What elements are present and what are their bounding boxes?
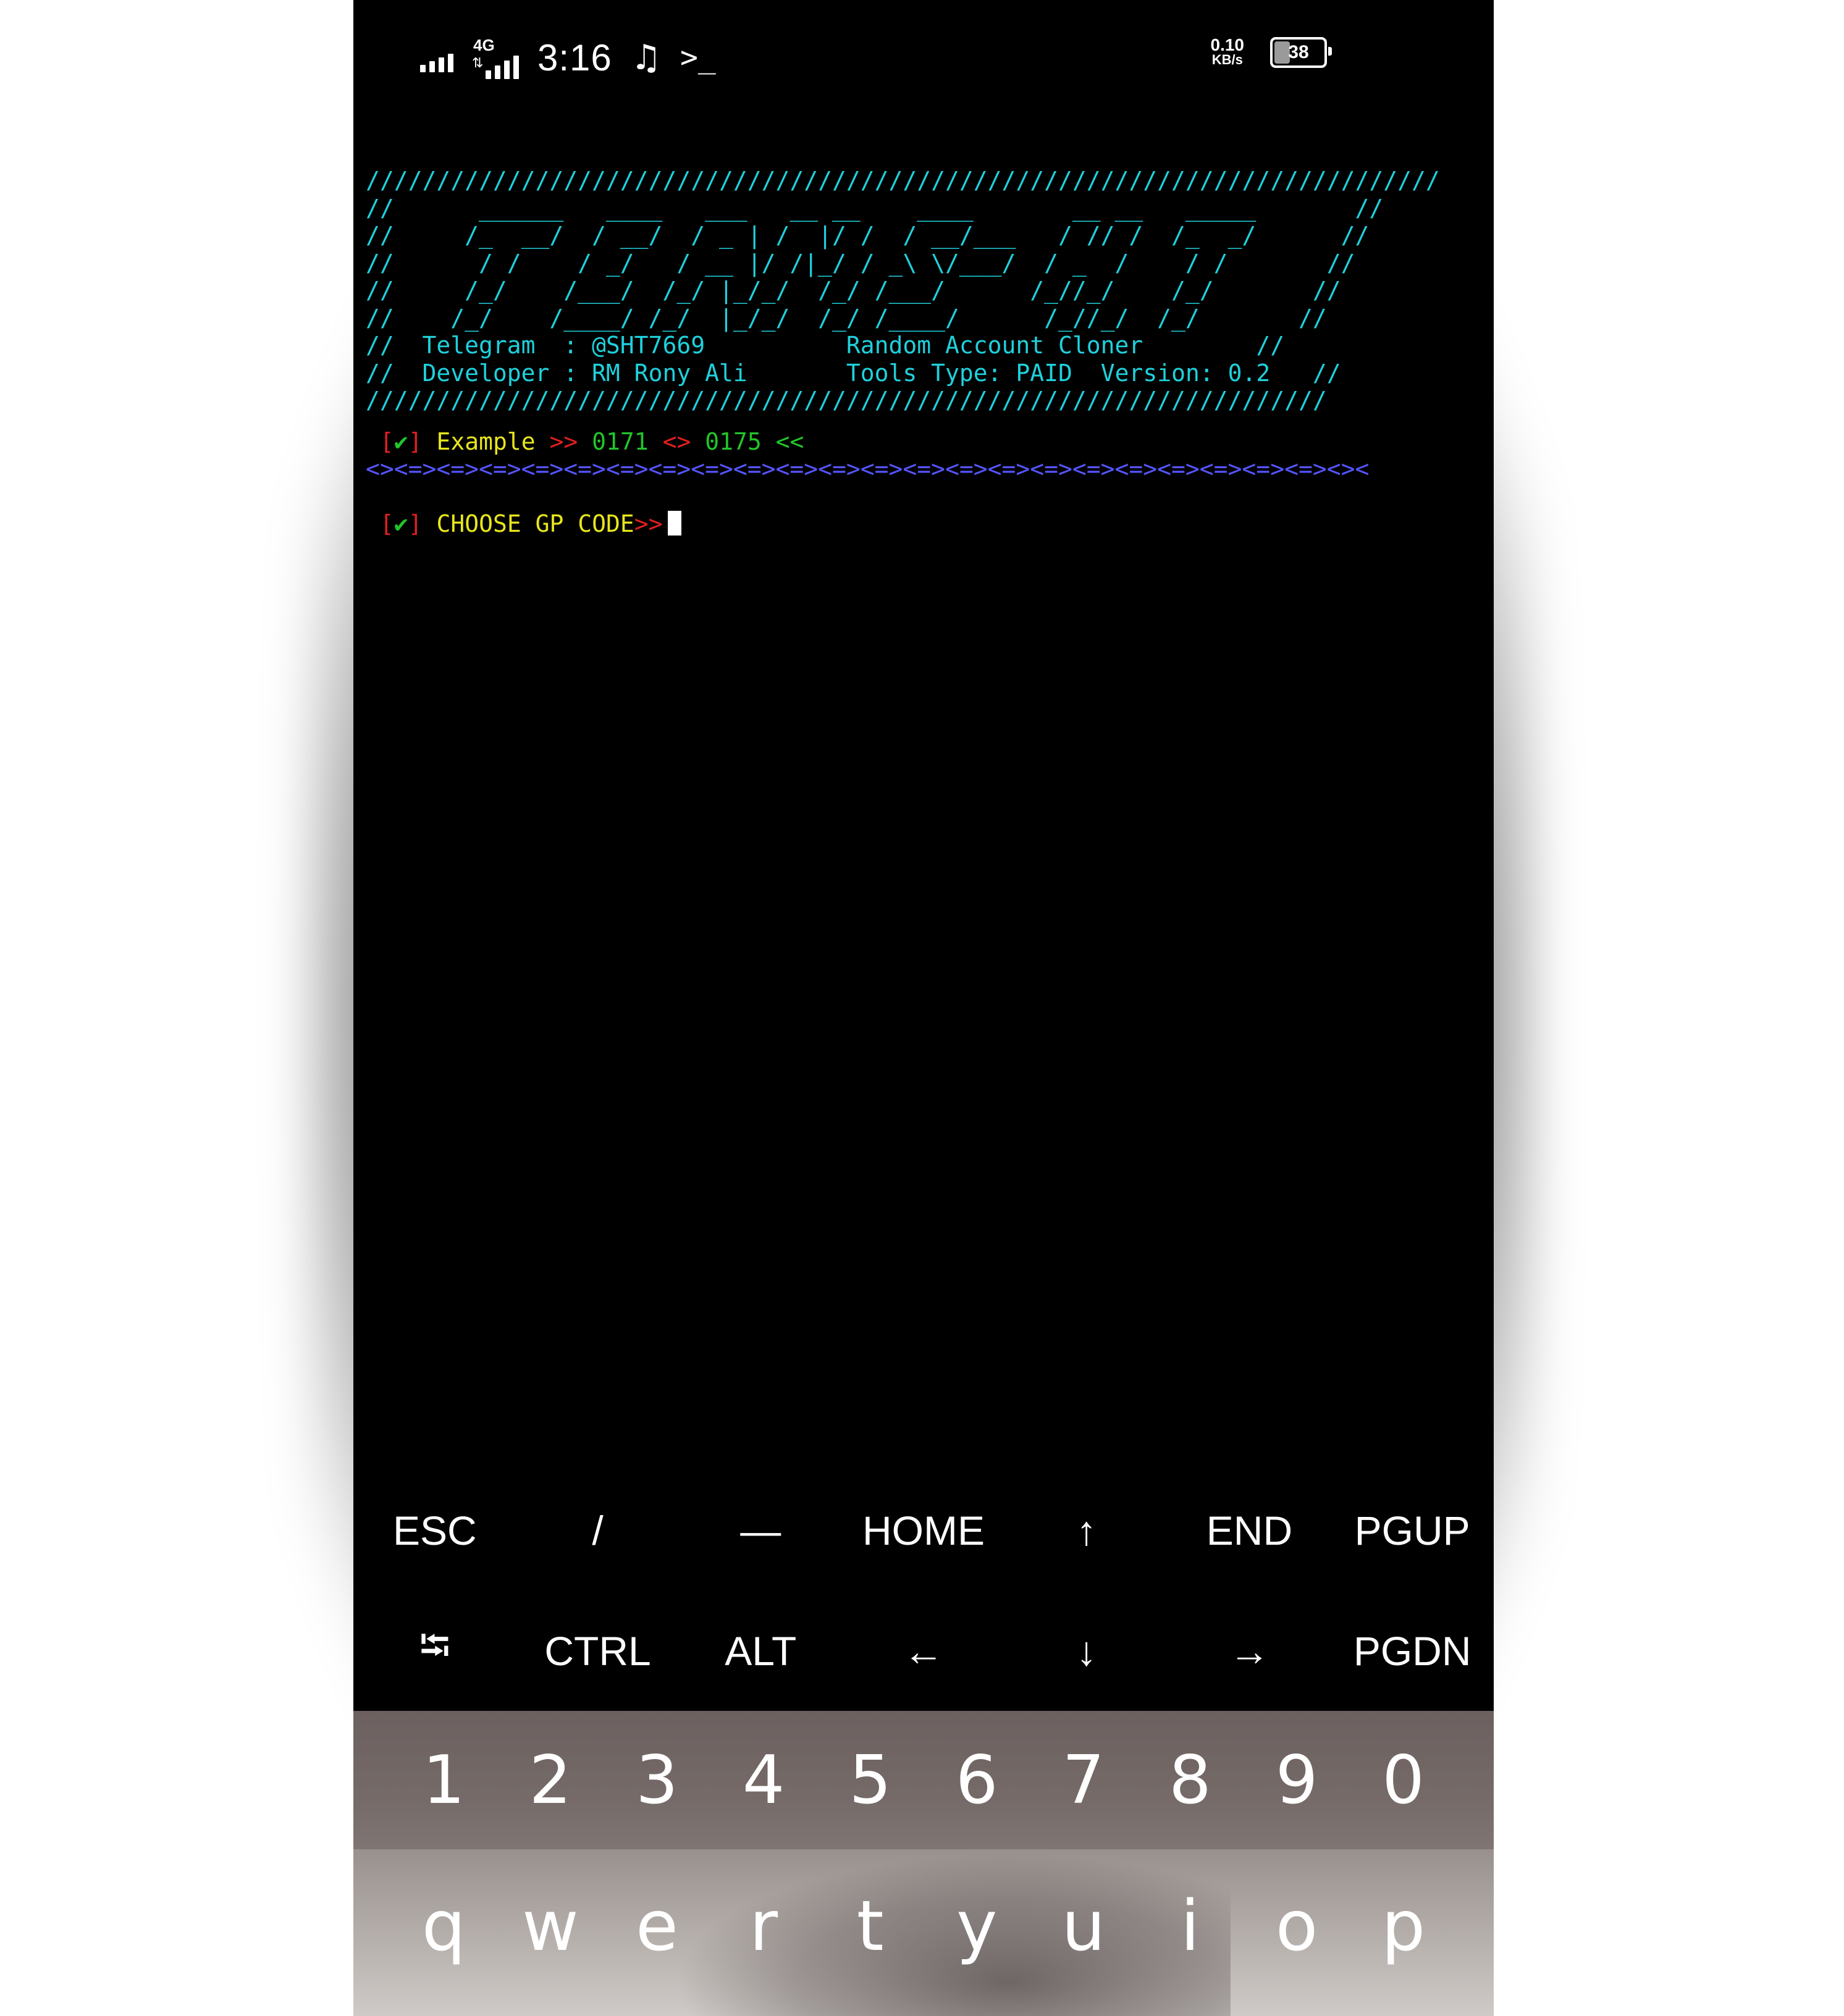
extra-keys-bar: ESC / — HOME ↑ END PGUP ⭾ CTRL ALT ← ↓ →…	[353, 1470, 1494, 1711]
key-0[interactable]: 0	[1350, 1711, 1457, 1849]
key-w[interactable]: w	[497, 1849, 604, 2016]
soft-keyboard: 1 2 3 4 5 6 7 8 9 0 q w e r t y u i o p	[353, 1711, 1494, 2016]
tool-name: Random Account Cloner	[846, 332, 1143, 359]
terminal-prompt-icon: >_	[680, 40, 716, 75]
banner-line: // /_/ /____/ /_/ |_/_/ /_/ /____/ /_//_…	[366, 304, 1327, 332]
key-3[interactable]: 3	[604, 1711, 710, 1849]
arrow-right-key[interactable]: →	[1168, 1590, 1331, 1711]
key-8[interactable]: 8	[1137, 1711, 1244, 1849]
check-icon: ✔	[394, 427, 408, 455]
key-2[interactable]: 2	[497, 1711, 604, 1849]
extra-keys-row-1: ESC / — HOME ↑ END PGUP	[353, 1470, 1494, 1590]
pgdn-key[interactable]: PGDN	[1331, 1590, 1494, 1711]
network-type-label: 4G	[473, 36, 495, 54]
prompt-arrow: >>	[634, 510, 663, 537]
network-speed-unit: KB/s	[1211, 52, 1243, 67]
clock: 3:16	[537, 36, 612, 78]
dash-key[interactable]: —	[679, 1470, 842, 1590]
key-6[interactable]: 6	[924, 1711, 1030, 1849]
key-y[interactable]: y	[924, 1849, 1030, 2016]
slash-key[interactable]: /	[516, 1470, 680, 1590]
example-label: Example	[436, 427, 536, 455]
terminal-output[interactable]: ////////////////////////////////////////…	[366, 167, 1484, 537]
banner-bottom: ////////////////////////////////////////…	[366, 387, 1327, 414]
example-line: [✔] Example >> 0171 <> 0175 <<	[379, 427, 804, 455]
example-arrow-left: <<	[775, 427, 804, 455]
arrow-up-key[interactable]: ↑	[1005, 1470, 1168, 1590]
signal-strength-icon	[420, 43, 453, 72]
developer-value: : RM Rony Ali	[563, 359, 747, 387]
esc-key[interactable]: ESC	[353, 1470, 516, 1590]
arrow-down-key[interactable]: ↓	[1005, 1590, 1168, 1711]
key-9[interactable]: 9	[1244, 1711, 1350, 1849]
network-speed: 0.10 KB/s	[1210, 35, 1245, 67]
arrow-left-key[interactable]: ←	[842, 1590, 1005, 1711]
banner-line: // / / / _/ / __ |/ /|_/ / _\ \/___/ / _…	[366, 249, 1355, 277]
home-key[interactable]: HOME	[842, 1470, 1005, 1590]
example-code-2: 0175	[705, 427, 762, 455]
key-1[interactable]: 1	[390, 1711, 497, 1849]
banner-line: // /_/ /___/ /_/ |_/_/ /_/ /___/ /_//_/ …	[366, 277, 1341, 304]
divider-line: <><=><=><=><=><=><=><=><=><=><=><=><=><=…	[366, 455, 1370, 482]
status-right: 0.10 KB/s 38	[1210, 35, 1332, 68]
ascii-banner: ////////////////////////////////////////…	[366, 167, 1484, 414]
network-speed-value: 0.10	[1210, 35, 1245, 54]
key-i[interactable]: i	[1137, 1849, 1244, 2016]
keyboard-letter-row: q w e r t y u i o p	[353, 1849, 1494, 2016]
key-r[interactable]: r	[710, 1849, 817, 2016]
text-cursor[interactable]	[667, 510, 681, 536]
mobile-data-signal-icon: 4G ⇅	[472, 36, 519, 79]
key-q[interactable]: q	[390, 1849, 497, 2016]
telegram-label: Telegram	[422, 332, 564, 359]
example-arrow: >>	[549, 427, 578, 455]
key-7[interactable]: 7	[1030, 1711, 1137, 1849]
status-bar: 4G ⇅ 3:16 ♫ >_ 0.10 KB/s 38	[353, 0, 1494, 117]
key-u[interactable]: u	[1030, 1849, 1137, 2016]
check-icon: ✔	[394, 510, 408, 537]
key-p[interactable]: p	[1350, 1849, 1457, 2016]
example-separator: <>	[662, 427, 691, 455]
banner-line: ////////////////////////////////////////…	[366, 167, 1440, 194]
banner-info-telegram: // Telegram : @SHT7669 Random Account Cl…	[366, 332, 1285, 359]
status-left: 4G ⇅ 3:16 ♫ >_	[420, 30, 716, 85]
banner-line: // /_ __/ / __/ / _ | / |/ / / __/___ / …	[366, 222, 1370, 249]
key-5[interactable]: 5	[817, 1711, 924, 1849]
banner-info-developer: // Developer : RM Rony Ali Tools Type: P…	[366, 359, 1341, 387]
ctrl-key[interactable]: CTRL	[516, 1590, 680, 1711]
keyboard-number-row: 1 2 3 4 5 6 7 8 9 0	[353, 1711, 1494, 1849]
key-t[interactable]: t	[817, 1849, 924, 2016]
tab-key[interactable]: ⭾	[353, 1590, 516, 1711]
battery-icon: 38	[1270, 37, 1332, 68]
telegram-value: : @SHT7669	[563, 332, 705, 359]
extra-keys-row-2: ⭾ CTRL ALT ← ↓ → PGDN	[353, 1590, 1494, 1711]
end-key[interactable]: END	[1168, 1470, 1331, 1590]
prompt-line[interactable]: [✔] CHOOSE GP CODE>>	[366, 510, 1484, 538]
prompt-label: CHOOSE GP CODE	[436, 510, 634, 537]
music-note-icon: ♫	[630, 37, 662, 78]
key-o[interactable]: o	[1244, 1849, 1350, 2016]
data-arrows-icon: ⇅	[472, 56, 484, 71]
banner-line: // ______ ____ ___ __ __ ____ __ __ ____…	[366, 194, 1384, 222]
battery-level: 38	[1288, 42, 1309, 62]
version: Version: 0.2	[1100, 359, 1271, 387]
key-4[interactable]: 4	[710, 1711, 817, 1849]
pgup-key[interactable]: PGUP	[1331, 1470, 1494, 1590]
tools-type: Tools Type: PAID	[846, 359, 1072, 387]
phone-screen: 4G ⇅ 3:16 ♫ >_ 0.10 KB/s 38 ////////////…	[353, 0, 1494, 2016]
key-e[interactable]: e	[604, 1849, 710, 2016]
example-code-1: 0171	[592, 427, 649, 455]
alt-key[interactable]: ALT	[679, 1590, 842, 1711]
developer-label: Developer	[422, 359, 564, 387]
